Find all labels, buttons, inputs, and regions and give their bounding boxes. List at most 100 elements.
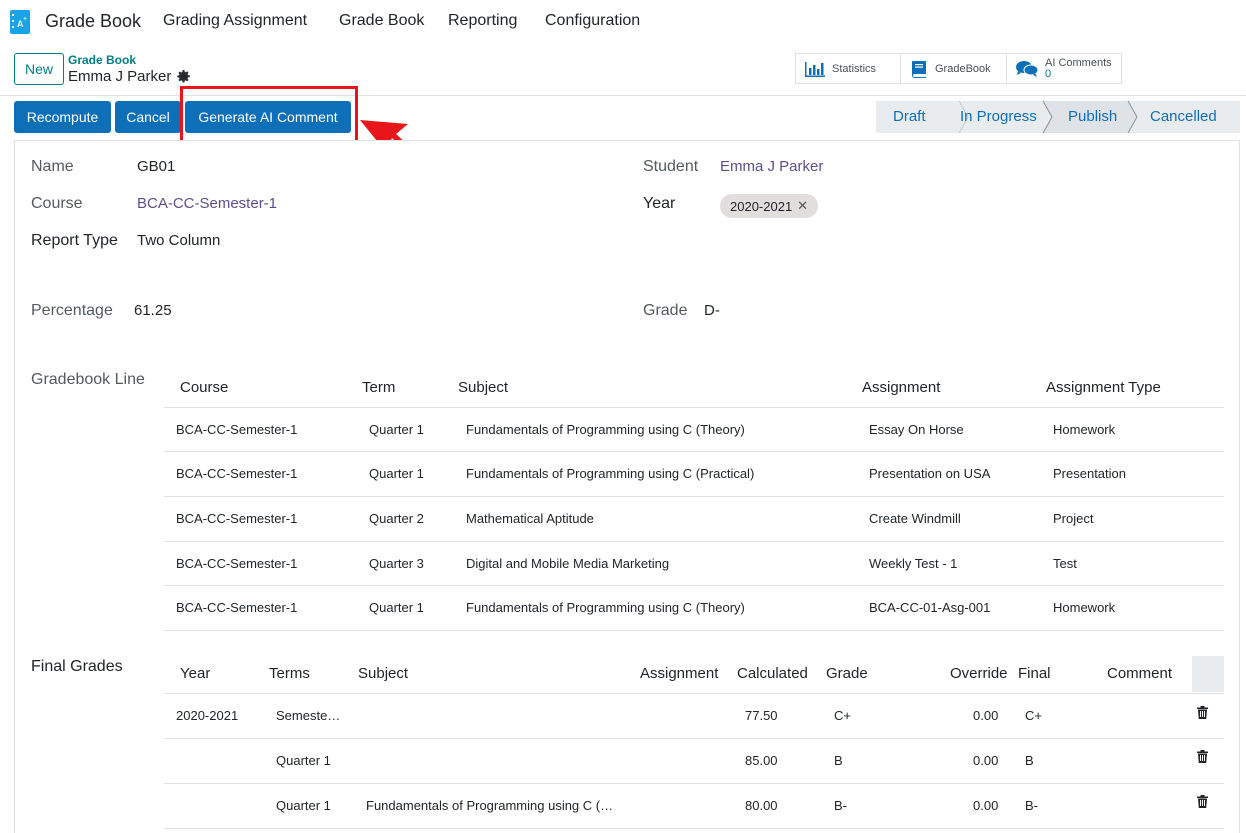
cell-override: 0.00 <box>973 753 999 768</box>
percentage-label: Percentage <box>31 302 113 319</box>
breadcrumb-parent[interactable]: Grade Book <box>68 53 136 67</box>
cell-assignment: Create Windmill <box>869 511 961 526</box>
col-term[interactable]: Term <box>362 379 395 396</box>
cell-subject: Fundamentals of Programming using C (Pra… <box>466 466 755 481</box>
row-divider <box>164 496 1224 497</box>
cell-term: Quarter 1 <box>369 466 424 481</box>
col-year[interactable]: Year <box>180 665 210 682</box>
col-subject[interactable]: Subject <box>358 665 408 682</box>
remove-tag-icon[interactable]: ✕ <box>797 198 808 214</box>
cell-final: B <box>1025 753 1034 768</box>
stage-draft[interactable]: Draft <box>893 108 926 125</box>
col-calculated[interactable]: Calculated <box>737 665 808 682</box>
row-divider <box>164 541 1224 542</box>
cell-calculated: 80.00 <box>745 798 778 813</box>
new-button[interactable]: New <box>14 53 64 85</box>
cell-override: 0.00 <box>973 798 999 813</box>
row-divider <box>164 451 1224 452</box>
col-assignment[interactable]: Assignment <box>640 665 718 682</box>
recompute-button[interactable]: Recompute <box>14 101 111 133</box>
stage-in-progress[interactable]: In Progress <box>960 108 1037 125</box>
ai-comments-smart-button[interactable]: AI Comments 0 <box>1006 53 1122 84</box>
cell-terms: Quarter 1 <box>276 753 331 768</box>
ai-comments-count: 0 <box>1045 68 1052 80</box>
gear-icon[interactable] <box>177 70 191 83</box>
cell-assignment: Presentation on USA <box>869 466 991 481</box>
cell-assignment-type: Test <box>1053 556 1077 571</box>
course-link[interactable]: BCA-CC-Semester-1 <box>137 195 277 212</box>
col-assignment-type[interactable]: Assignment Type <box>1046 379 1161 396</box>
course-label: Course <box>31 195 83 212</box>
cell-subject: Mathematical Aptitude <box>466 511 594 526</box>
row-divider <box>164 738 1224 739</box>
menu-configuration[interactable]: Configuration <box>545 12 640 30</box>
statistics-smart-button[interactable]: Statistics <box>795 53 901 84</box>
cell-term: Quarter 3 <box>369 556 424 571</box>
ai-comments-label: AI Comments <box>1045 57 1112 69</box>
cell-subject: Fundamentals of Programming using C (The… <box>466 600 745 615</box>
row-divider <box>164 630 1224 631</box>
year-tag-label: 2020-2021 <box>730 198 793 214</box>
cell-subject: Fundamentals of Programming using C (… <box>366 798 614 813</box>
name-value[interactable]: GB01 <box>137 158 175 175</box>
col-course[interactable]: Course <box>180 379 228 396</box>
cell-assignment-type: Presentation <box>1053 466 1126 481</box>
trash-icon[interactable] <box>1197 750 1208 763</box>
cell-override: 0.00 <box>973 708 999 723</box>
cell-calculated: 85.00 <box>745 753 778 768</box>
stage-publish[interactable]: Publish <box>1068 108 1117 125</box>
cell-assignment: BCA-CC-01-Asg-001 <box>869 600 991 615</box>
year-label: Year <box>643 195 676 212</box>
cell-calculated: 77.50 <box>745 708 778 723</box>
table-divider <box>164 407 1224 408</box>
comments-icon <box>1016 60 1039 77</box>
cell-course: BCA-CC-Semester-1 <box>176 466 298 481</box>
cell-year: 2020-2021 <box>176 708 239 723</box>
row-divider <box>164 783 1224 784</box>
menu-reporting[interactable]: Reporting <box>448 12 517 30</box>
table-divider <box>164 693 1224 694</box>
gradebook-app-icon[interactable]: A + <box>9 9 31 35</box>
cell-subject: Fundamentals of Programming using C (The… <box>466 422 745 437</box>
col-comment[interactable]: Comment <box>1107 665 1172 682</box>
stage-cancelled[interactable]: Cancelled <box>1150 108 1217 125</box>
col-final[interactable]: Final <box>1018 665 1051 682</box>
app-title[interactable]: Grade Book <box>45 11 141 32</box>
gradebook-smart-button[interactable]: GradeBook <box>900 53 1007 84</box>
bar-chart-icon <box>805 61 825 77</box>
col-override[interactable]: Override <box>950 665 1008 682</box>
menu-grade-book[interactable]: Grade Book <box>339 12 424 30</box>
cell-assignment-type: Project <box>1053 511 1094 526</box>
menu-grading-assignment[interactable]: Grading Assignment <box>163 12 307 30</box>
header-action-cell <box>1192 656 1224 692</box>
statistics-label: Statistics <box>832 62 877 75</box>
trash-icon[interactable] <box>1197 706 1208 719</box>
cell-subject: Digital and Mobile Media Marketing <box>466 556 670 571</box>
row-divider <box>164 828 1224 829</box>
cell-assignment: Essay On Horse <box>869 422 964 437</box>
col-assignment[interactable]: Assignment <box>862 379 940 396</box>
report-type-value[interactable]: Two Column <box>137 232 220 249</box>
cell-final: B- <box>1025 798 1038 813</box>
cell-assignment-type: Homework <box>1053 600 1116 615</box>
cell-term: Quarter 1 <box>369 600 424 615</box>
student-link[interactable]: Emma J Parker <box>720 158 823 175</box>
trash-icon[interactable] <box>1197 795 1208 808</box>
col-terms[interactable]: Terms <box>269 665 310 682</box>
year-tag: 2020-2021 ✕ <box>720 194 819 218</box>
cell-terms: Semeste… <box>276 708 341 723</box>
final-grades-label: Final Grades <box>31 658 123 675</box>
grade-label: Grade <box>643 302 688 319</box>
breadcrumb-current: Emma J Parker <box>68 68 191 85</box>
name-label: Name <box>31 158 74 175</box>
cell-course: BCA-CC-Semester-1 <box>176 422 298 437</box>
col-subject[interactable]: Subject <box>458 379 508 396</box>
gradebook-line-label: Gradebook Line <box>31 371 145 388</box>
row-divider <box>164 585 1224 586</box>
cancel-button[interactable]: Cancel <box>115 101 181 133</box>
percentage-value: 61.25 <box>134 302 172 319</box>
report-type-label: Report Type <box>31 232 118 249</box>
gradebook-label: GradeBook <box>935 62 991 75</box>
cell-grade: B <box>834 753 843 768</box>
col-grade[interactable]: Grade <box>826 665 868 682</box>
